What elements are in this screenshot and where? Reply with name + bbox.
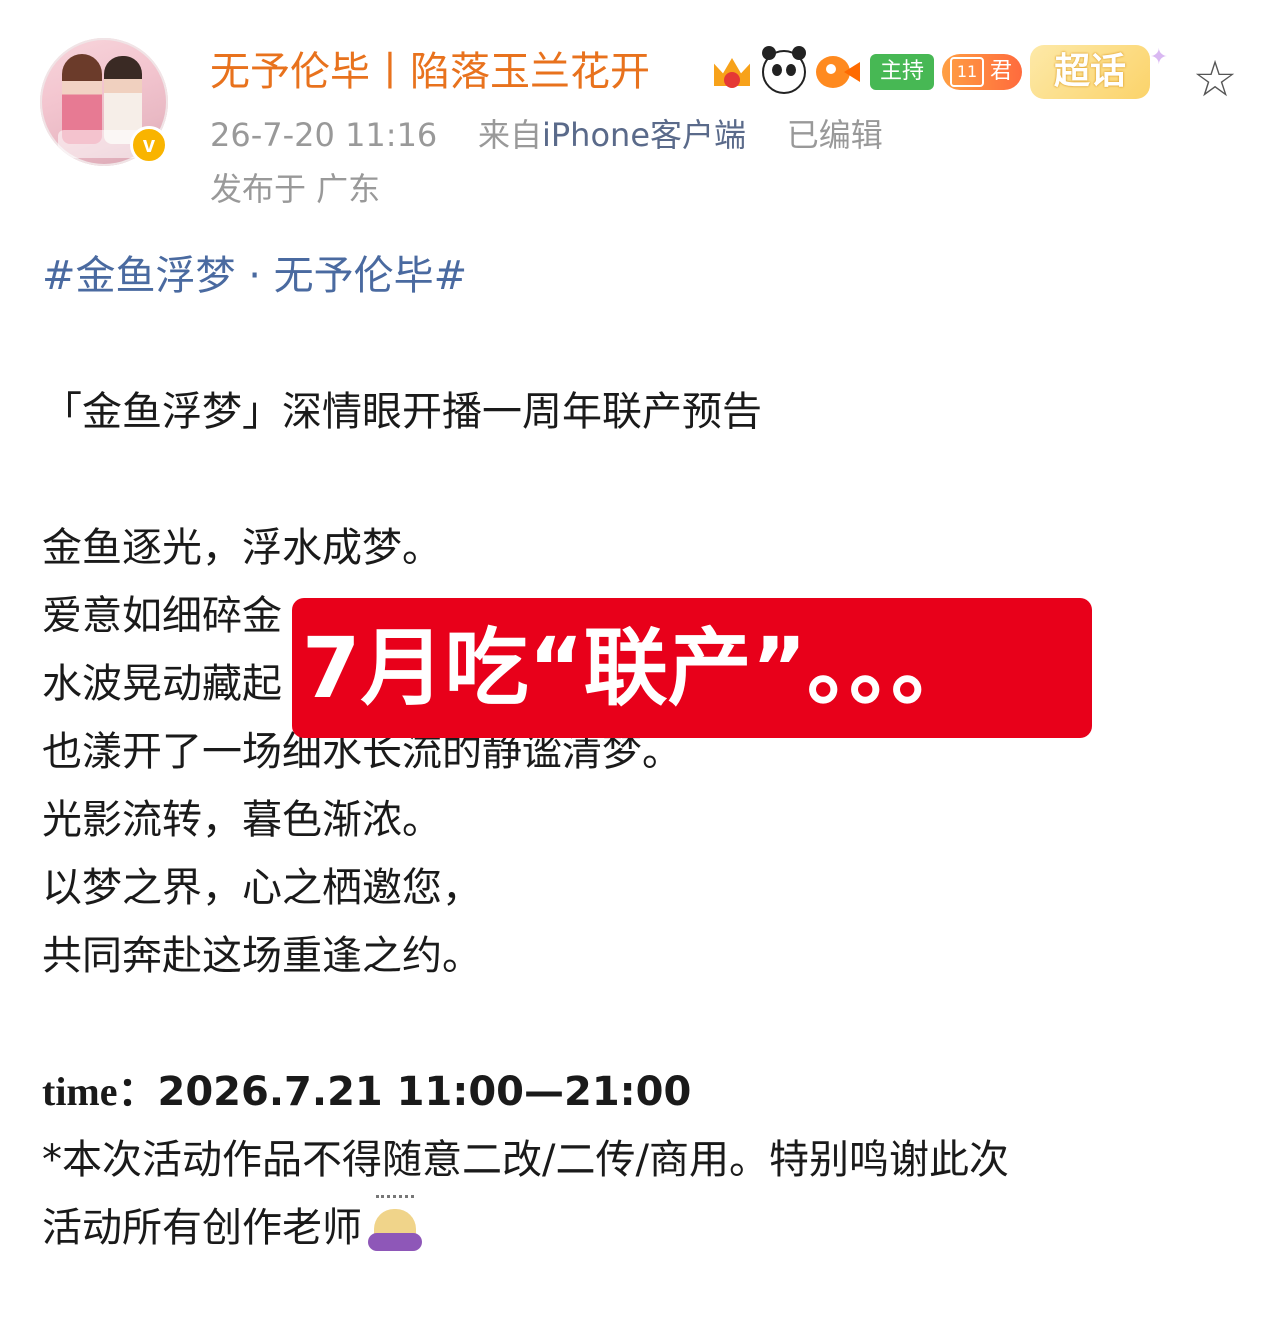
author-name[interactable]: 无予伦毕丨陷落玉兰花开 [210, 44, 650, 100]
title-line: 「金鱼浮梦」深情眼开播一周年联产预告 [42, 389, 762, 435]
hashtag-link[interactable]: #金鱼浮梦 · 无予伦毕# [42, 242, 1252, 310]
level-badge[interactable]: 11 君 [942, 54, 1023, 90]
supertopic-badge[interactable]: 超话 ✦ [1030, 45, 1168, 99]
source-client[interactable]: iPhone客户端 [542, 116, 746, 154]
poem-line: 共同奔赴这场重逢之约。 [42, 933, 482, 979]
notice-text: 活动所有创作老师 [42, 1205, 362, 1251]
time-line: time：2026.7.21 11:00—21:00 [42, 1058, 1252, 1126]
post-meta: 26-7-20 11:16 来自iPhone客户端 已编辑 [210, 112, 883, 158]
notice-line: *本次活动作品不得随意二改/二传/商用。特别鸣谢此次 [42, 1137, 1009, 1183]
poem-line: 金鱼逐光，浮水成梦。 [42, 525, 442, 571]
post-body: #金鱼浮梦 · 无予伦毕# 「金鱼浮梦」深情眼开播一周年联产预告 金鱼逐光，浮水… [42, 242, 1252, 1262]
post-location: 发布于 广东 [210, 170, 381, 208]
time-value: 2026.7.21 11:00—21:00 [157, 1069, 692, 1115]
time-label: time： [42, 1069, 158, 1114]
notice-line-2: 活动所有创作老师 [42, 1194, 1252, 1262]
crown-icon[interactable] [710, 50, 754, 94]
edited-label[interactable]: 已编辑 [787, 116, 883, 154]
post-timestamp: 26-7-20 11:16 [210, 116, 438, 154]
supertopic-label: 超话 [1054, 51, 1127, 92]
user-badges: 主持 11 君 超话 ✦ [710, 45, 1168, 99]
red-overlay-caption: 7月吃“联产”。。。 [292, 598, 1092, 738]
star-icon[interactable]: ☆ [1188, 52, 1242, 106]
level-label: 君 [990, 59, 1013, 84]
person-bowing-icon [366, 1195, 424, 1253]
poem-line: 光影流转，暮色渐浓。 [42, 797, 442, 843]
post-header: v 无予伦毕丨陷落玉兰花开 主持 11 君 超话 ✦ ☆ 26-7-20 11:… [0, 0, 1284, 230]
poem-line: 以梦之界，心之栖邀您， [42, 865, 482, 911]
source-prefix: 来自 [477, 116, 542, 154]
verified-icon: v [130, 126, 168, 164]
sparkle-icon: ✦ [1149, 45, 1169, 70]
host-badge[interactable]: 主持 [870, 54, 935, 90]
level-number: 11 [950, 57, 985, 87]
goldfish-icon[interactable] [814, 52, 862, 92]
panda-icon[interactable] [762, 46, 806, 94]
